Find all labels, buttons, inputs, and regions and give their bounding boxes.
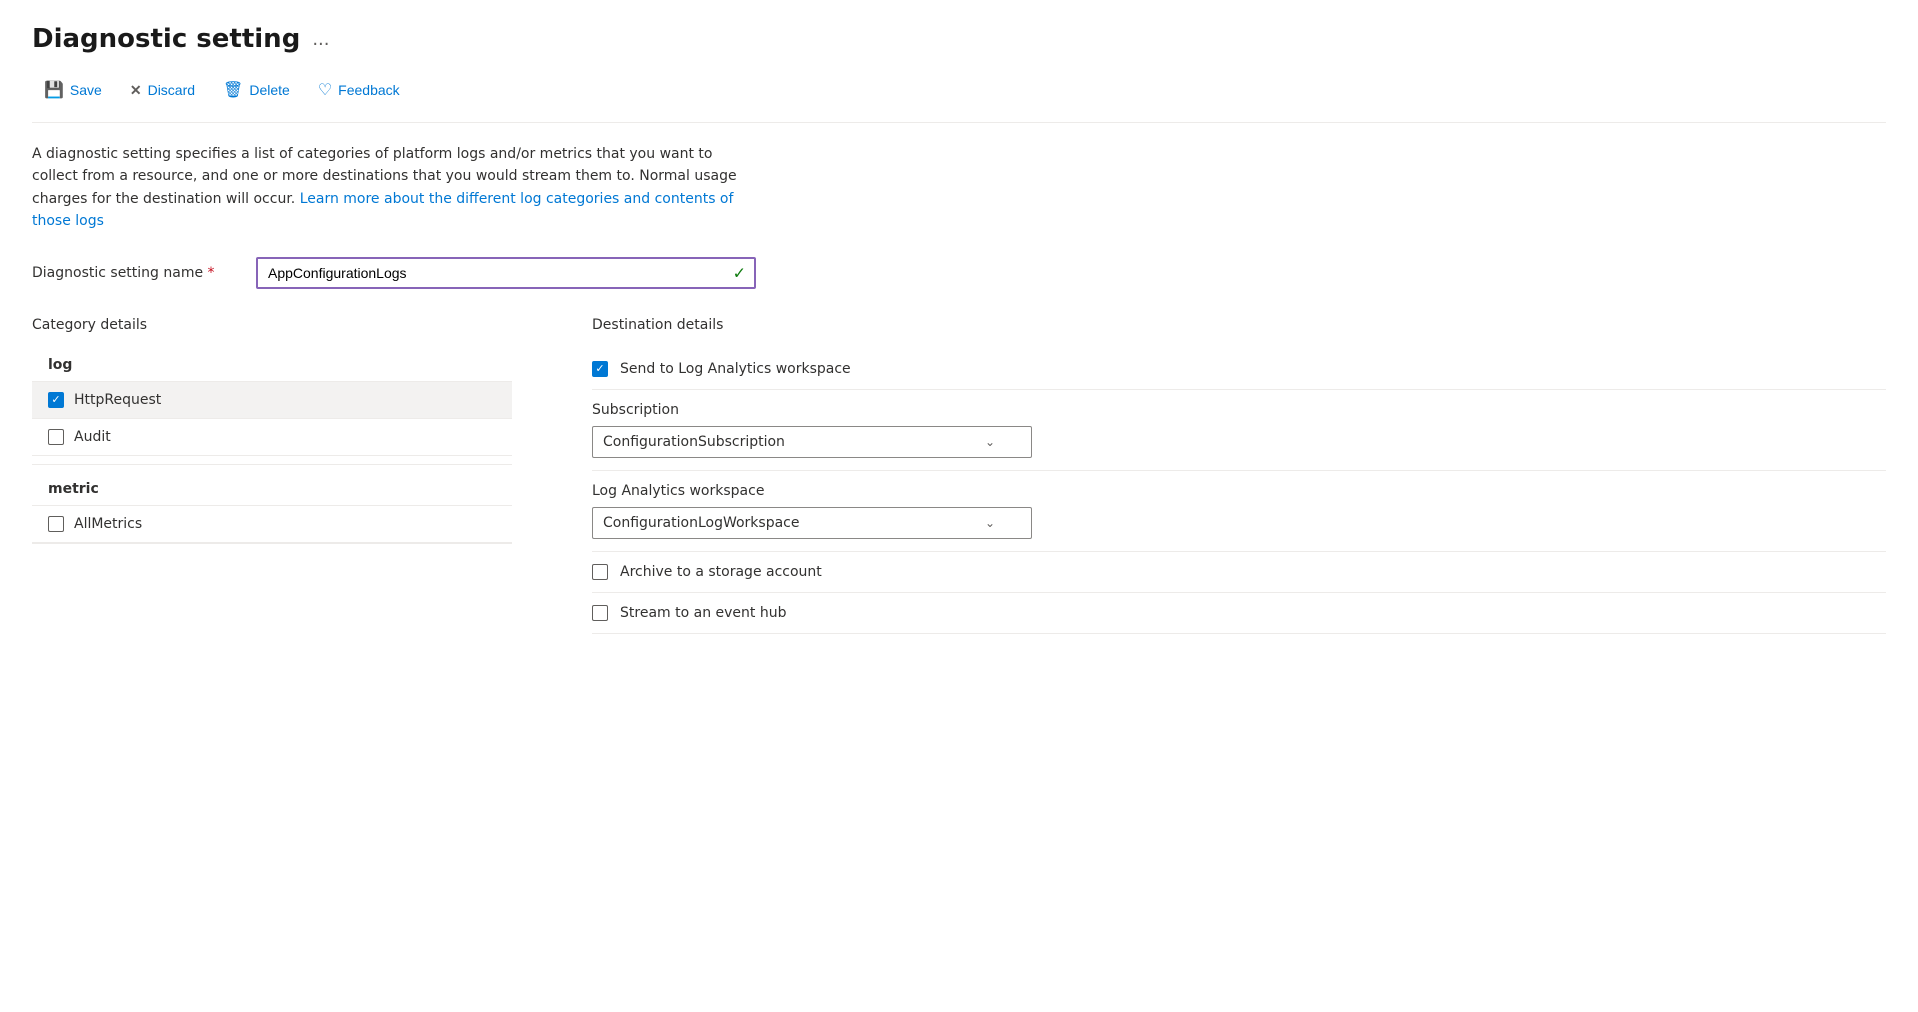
- description-text: A diagnostic setting specifies a list of…: [32, 143, 752, 233]
- audit-label: Audit: [74, 429, 111, 445]
- log-analytics-destination: Send to Log Analytics workspace: [592, 349, 1886, 390]
- diagnostic-name-field: Diagnostic setting name * ✓: [32, 257, 1886, 289]
- metric-group: metric AllMetrics: [32, 473, 512, 543]
- delete-icon: 🗑: [223, 80, 243, 100]
- event-hub-destination: Stream to an event hub: [592, 593, 1886, 634]
- subscription-select[interactable]: ConfigurationSubscription ⌄: [592, 426, 1032, 458]
- field-label: Diagnostic setting name *: [32, 265, 232, 281]
- all-metrics-checkbox[interactable]: [48, 516, 64, 532]
- log-analytics-checkbox[interactable]: [592, 361, 608, 377]
- workspace-section: Log Analytics workspace ConfigurationLog…: [592, 471, 1886, 552]
- all-metrics-label: AllMetrics: [74, 516, 142, 532]
- workspace-value: ConfigurationLogWorkspace: [603, 515, 799, 531]
- metrics-bottom-divider: [32, 543, 512, 544]
- feedback-button[interactable]: ♡ Feedback: [306, 74, 412, 106]
- all-metrics-item: AllMetrics: [32, 506, 512, 543]
- archive-storage-checkbox[interactable]: [592, 564, 608, 580]
- subscription-value: ConfigurationSubscription: [603, 434, 785, 450]
- input-wrapper: ✓: [256, 257, 756, 289]
- save-button[interactable]: 💾 Save: [32, 74, 114, 106]
- log-analytics-label: Send to Log Analytics workspace: [620, 361, 851, 377]
- destination-details-title: Destination details: [592, 317, 1886, 333]
- page-title-ellipsis: ...: [312, 29, 329, 50]
- workspace-chevron-icon: ⌄: [985, 516, 995, 530]
- diagnostic-name-input[interactable]: [256, 257, 756, 289]
- valid-check-icon: ✓: [733, 263, 746, 282]
- destination-details-panel: Destination details Send to Log Analytic…: [592, 317, 1886, 634]
- workspace-select[interactable]: ConfigurationLogWorkspace ⌄: [592, 507, 1032, 539]
- log-group: log HttpRequest Audit: [32, 349, 512, 456]
- page-title: Diagnostic setting: [32, 24, 300, 54]
- http-request-checkbox[interactable]: [48, 392, 64, 408]
- http-request-item: HttpRequest: [32, 382, 512, 419]
- main-content: Category details log HttpRequest Audit m…: [32, 317, 1886, 634]
- required-marker: *: [208, 265, 215, 281]
- subscription-chevron-icon: ⌄: [985, 435, 995, 449]
- discard-button[interactable]: ✕ Discard: [118, 76, 207, 105]
- subscription-section: Subscription ConfigurationSubscription ⌄: [592, 390, 1886, 471]
- metric-header: metric: [32, 473, 512, 506]
- log-metric-divider: [32, 464, 512, 465]
- toolbar: 💾 Save ✕ Discard 🗑 Delete ♡ Feedback: [32, 74, 1886, 123]
- event-hub-label: Stream to an event hub: [620, 605, 786, 621]
- archive-storage-label: Archive to a storage account: [620, 564, 822, 580]
- log-header: log: [32, 349, 512, 382]
- delete-button[interactable]: 🗑 Delete: [211, 74, 302, 106]
- http-request-label: HttpRequest: [74, 392, 161, 408]
- workspace-label: Log Analytics workspace: [592, 483, 1886, 499]
- event-hub-checkbox[interactable]: [592, 605, 608, 621]
- audit-checkbox[interactable]: [48, 429, 64, 445]
- category-details-panel: Category details log HttpRequest Audit m…: [32, 317, 512, 634]
- discard-icon: ✕: [130, 82, 142, 99]
- feedback-icon: ♡: [318, 80, 332, 100]
- audit-item: Audit: [32, 419, 512, 456]
- archive-storage-destination: Archive to a storage account: [592, 552, 1886, 593]
- subscription-label: Subscription: [592, 402, 1886, 418]
- category-details-title: Category details: [32, 317, 512, 333]
- save-icon: 💾: [44, 80, 64, 100]
